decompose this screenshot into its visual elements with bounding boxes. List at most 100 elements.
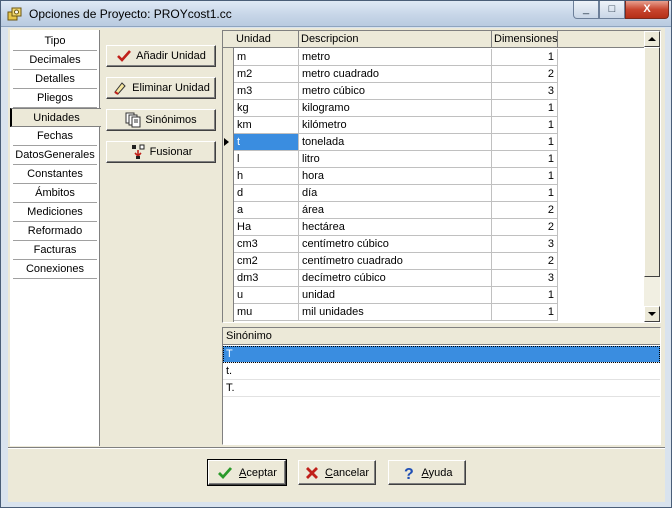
add-unit-button[interactable]: Añadir Unidad — [106, 45, 216, 67]
cell-unidad[interactable]: m3 — [234, 83, 299, 100]
cell-unidad[interactable]: a — [234, 202, 299, 219]
cell-dimensiones[interactable]: 3 — [492, 83, 558, 100]
tab-2[interactable]: Detalles — [13, 70, 97, 89]
tab-0[interactable]: Tipo — [13, 32, 97, 51]
scroll-thumb[interactable] — [644, 47, 660, 277]
minimize-button[interactable]: _ — [573, 1, 599, 19]
cell-unidad[interactable]: t — [234, 134, 299, 151]
tab-9[interactable]: Mediciones — [13, 203, 97, 222]
cell-dimensiones[interactable]: 2 — [492, 219, 558, 236]
cell-descripcion[interactable]: kilómetro — [299, 117, 492, 134]
cell-dimensiones[interactable]: 1 — [492, 304, 558, 321]
cell-unidad[interactable]: mu — [234, 304, 299, 321]
cell-dimensiones[interactable]: 1 — [492, 168, 558, 185]
maximize-button[interactable]: □ — [599, 1, 625, 19]
cell-dimensiones[interactable]: 3 — [492, 236, 558, 253]
cell-descripcion[interactable]: litro — [299, 151, 492, 168]
table-row[interactable]: h hora 1 — [223, 168, 647, 185]
table-row[interactable]: a área 2 — [223, 202, 647, 219]
tab-3[interactable]: Pliegos — [13, 89, 97, 108]
cell-dimensiones[interactable]: 1 — [492, 151, 558, 168]
table-row[interactable]: kg kilogramo 1 — [223, 100, 647, 117]
cell-dimensiones[interactable]: 2 — [492, 66, 558, 83]
accept-button[interactable]: Aceptar — [207, 459, 287, 486]
cell-dimensiones[interactable]: 1 — [492, 185, 558, 202]
column-header-unidad[interactable]: Unidad — [234, 31, 299, 48]
table-row[interactable]: m3 metro cúbico 3 — [223, 83, 647, 100]
units-grid[interactable]: Unidad Descripcion Dimensiones m metro 1 m2… — [222, 30, 661, 323]
table-row[interactable]: dm3 decímetro cúbico 3 — [223, 270, 647, 287]
cell-descripcion[interactable]: día — [299, 185, 492, 202]
help-button[interactable]: ? Ayuda — [388, 460, 466, 485]
table-row[interactable]: cm2 centímetro cuadrado 2 — [223, 253, 647, 270]
title-bar[interactable]: Opciones de Proyecto: PROYcost1.cc _ □ X — [1, 1, 671, 27]
table-row[interactable]: t tonelada 1 — [223, 134, 647, 151]
cell-dimensiones[interactable]: 1 — [492, 134, 558, 151]
cell-descripcion[interactable]: unidad — [299, 287, 492, 304]
tab-10[interactable]: Reformado — [13, 222, 97, 241]
table-row[interactable]: m2 metro cuadrado 2 — [223, 66, 647, 83]
tab-8[interactable]: Ámbitos — [13, 184, 97, 203]
table-row[interactable]: km kilómetro 1 — [223, 117, 647, 134]
table-row[interactable]: mu mil unidades 1 — [223, 304, 647, 321]
close-button[interactable]: X — [625, 1, 669, 19]
cell-unidad[interactable]: m2 — [234, 66, 299, 83]
cell-descripcion[interactable]: decímetro cúbico — [299, 270, 492, 287]
tab-1[interactable]: Decimales — [13, 51, 97, 70]
synonym-item[interactable]: T. — [223, 380, 660, 397]
cell-unidad[interactable]: cm2 — [234, 253, 299, 270]
scroll-down-button[interactable] — [644, 306, 660, 322]
cell-unidad[interactable]: kg — [234, 100, 299, 117]
cell-unidad[interactable]: l — [234, 151, 299, 168]
table-row[interactable]: Ha hectárea 2 — [223, 219, 647, 236]
table-row[interactable]: d día 1 — [223, 185, 647, 202]
cell-descripcion[interactable]: kilogramo — [299, 100, 492, 117]
cell-descripcion[interactable]: mil unidades — [299, 304, 492, 321]
grid-scrollbar[interactable] — [644, 31, 660, 322]
synonym-item[interactable]: t. — [223, 363, 660, 380]
cell-dimensiones[interactable]: 1 — [492, 287, 558, 304]
synonyms-list[interactable]: Sinónimo Tt. T. — [222, 327, 661, 445]
cell-unidad[interactable]: km — [234, 117, 299, 134]
column-header-dimensiones[interactable]: Dimensiones — [492, 31, 558, 48]
synonym-item[interactable]: T — [223, 346, 660, 363]
tab-6[interactable]: DatosGenerales — [13, 146, 97, 165]
cell-dimensiones[interactable]: 1 — [492, 100, 558, 117]
cell-unidad[interactable]: Ha — [234, 219, 299, 236]
cell-descripcion[interactable]: centímetro cúbico — [299, 236, 492, 253]
cell-unidad[interactable]: m — [234, 49, 299, 66]
cell-unidad[interactable]: d — [234, 185, 299, 202]
tab-4[interactable]: Unidades — [10, 108, 101, 127]
table-row[interactable]: m metro 1 — [223, 49, 647, 66]
column-header-descripcion[interactable]: Descripcion — [299, 31, 492, 48]
cell-unidad[interactable]: u — [234, 287, 299, 304]
table-row[interactable]: cm3 centímetro cúbico 3 — [223, 236, 647, 253]
table-row[interactable]: u unidad 1 — [223, 287, 647, 304]
cell-descripcion[interactable]: centímetro cuadrado — [299, 253, 492, 270]
delete-unit-button[interactable]: Eliminar Unidad — [106, 77, 216, 99]
cell-descripcion[interactable]: tonelada — [299, 134, 492, 151]
cancel-button[interactable]: Cancelar — [298, 460, 376, 485]
cell-unidad[interactable]: h — [234, 168, 299, 185]
table-row[interactable]: l litro 1 — [223, 151, 647, 168]
cell-descripcion[interactable]: hora — [299, 168, 492, 185]
tab-11[interactable]: Facturas — [13, 241, 97, 260]
tab-12[interactable]: Conexiones — [13, 260, 97, 279]
cell-dimensiones[interactable]: 1 — [492, 117, 558, 134]
cell-dimensiones[interactable]: 1 — [492, 49, 558, 66]
cell-descripcion[interactable]: metro cúbico — [299, 83, 492, 100]
merge-button[interactable]: Fusionar — [106, 141, 216, 163]
cell-descripcion[interactable]: hectárea — [299, 219, 492, 236]
cell-dimensiones[interactable]: 3 — [492, 270, 558, 287]
cell-descripcion[interactable]: área — [299, 202, 492, 219]
cell-descripcion[interactable]: metro cuadrado — [299, 66, 492, 83]
tab-7[interactable]: Constantes — [13, 165, 97, 184]
tab-5[interactable]: Fechas — [13, 127, 97, 146]
synonyms-button[interactable]: Sinónimos — [106, 109, 216, 131]
cell-unidad[interactable]: dm3 — [234, 270, 299, 287]
cell-unidad[interactable]: cm3 — [234, 236, 299, 253]
cell-dimensiones[interactable]: 2 — [492, 253, 558, 270]
cell-dimensiones[interactable]: 2 — [492, 202, 558, 219]
scroll-up-button[interactable] — [644, 31, 660, 47]
cell-descripcion[interactable]: metro — [299, 49, 492, 66]
